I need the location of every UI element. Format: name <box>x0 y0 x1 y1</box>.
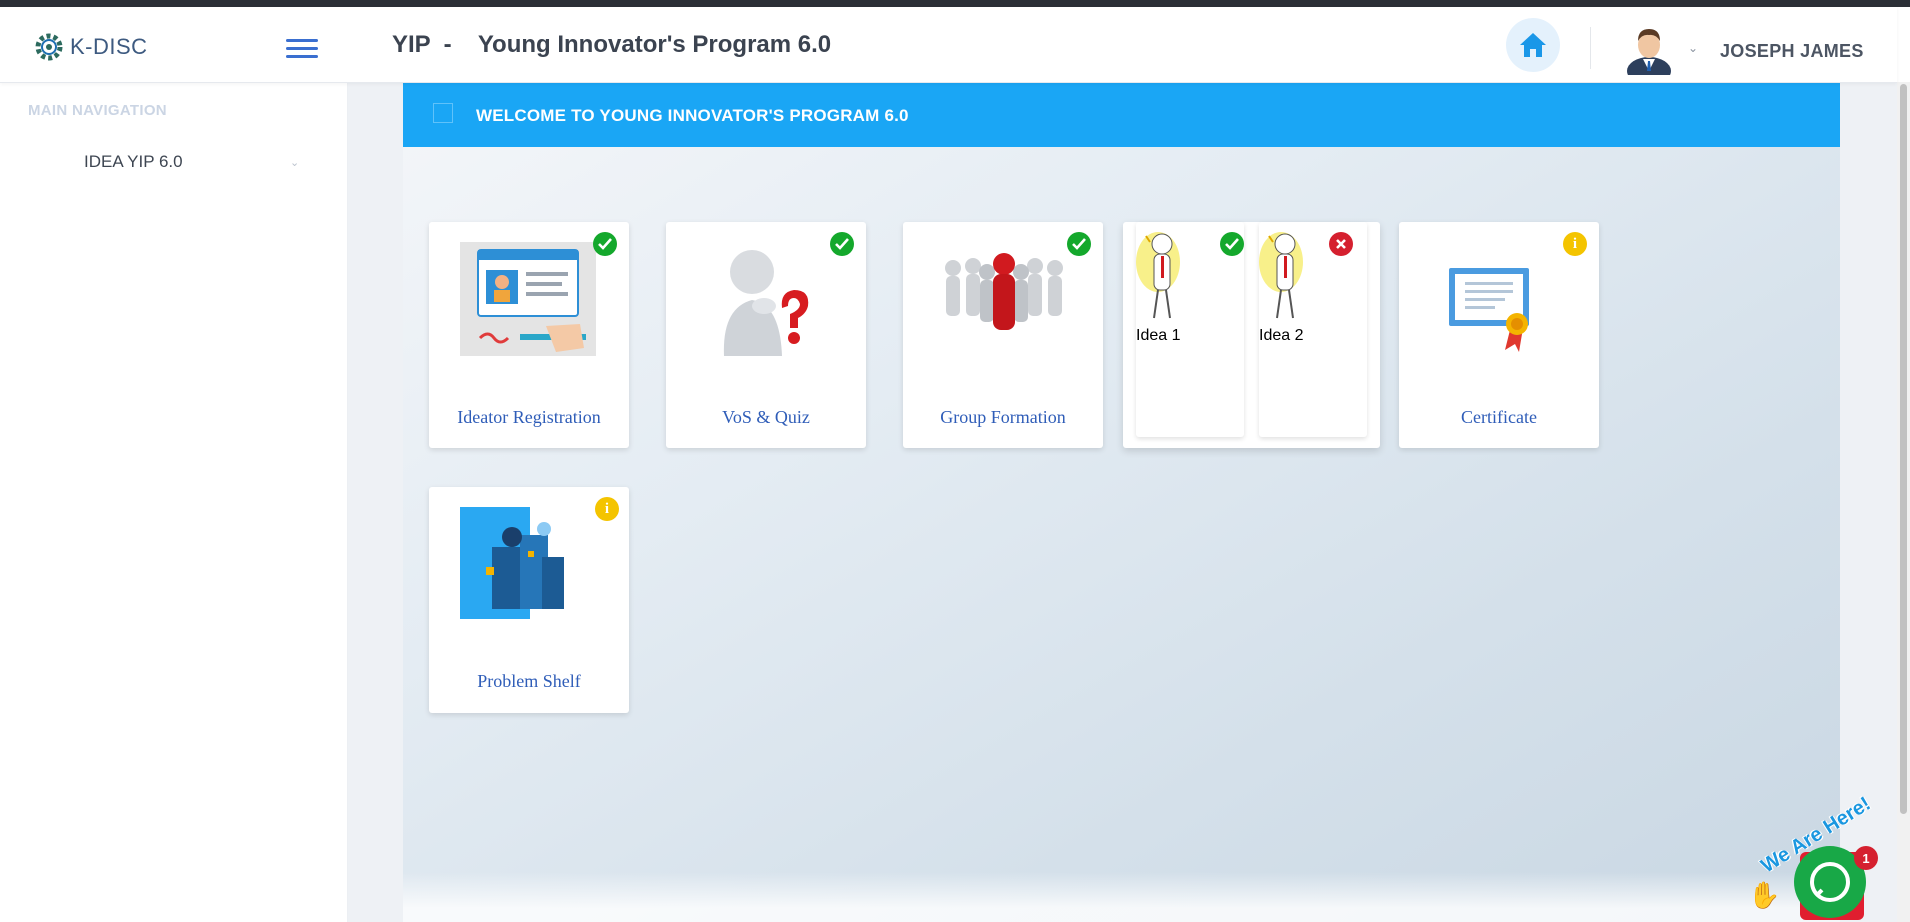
card-label: Idea 1 <box>1136 327 1181 344</box>
user-avatar[interactable] <box>1626 21 1672 85</box>
card-label: Ideator Registration <box>457 407 601 427</box>
hamburger-line <box>286 55 318 58</box>
chat-notification-badge: 1 <box>1854 846 1878 870</box>
kdisc-logo[interactable]: K-DISC <box>32 29 148 65</box>
welcome-banner: WELCOME TO YOUNG INNOVATOR'S PROGRAM 6.0 <box>403 82 1840 147</box>
idea-figure-icon <box>1259 232 1303 319</box>
card-label: Idea 2 <box>1259 327 1304 344</box>
hamburger-line <box>286 47 318 50</box>
card-label: Certificate <box>1461 407 1537 427</box>
card-vos-quiz[interactable]: VoS & Quiz <box>666 222 866 448</box>
page-scrollbar[interactable] <box>1897 82 1910 922</box>
welcome-checkbox[interactable] <box>433 103 453 123</box>
user-menu-chevron-icon[interactable]: ⌄ <box>1688 41 1698 55</box>
card-problem-shelf[interactable]: i Problem Shelf <box>429 487 629 713</box>
panel-glow <box>403 872 1840 922</box>
app-header: K-DISC YIP - Young Innovator's Program 6… <box>0 7 1897 85</box>
browser-top-strip <box>0 0 1910 7</box>
page-title: YIP - Young Innovator's Program 6.0 <box>392 31 832 58</box>
card-label: VoS & Quiz <box>722 407 810 427</box>
home-icon <box>1520 33 1546 57</box>
idea-figure-icon <box>1136 232 1180 319</box>
chat-widget[interactable]: 1 We Are Here! ✋ <box>1748 793 1898 922</box>
username-label[interactable]: JOSEPH JAMES <box>1720 41 1864 62</box>
complete-check-icon <box>1067 232 1091 256</box>
rejected-x-icon <box>1329 232 1353 256</box>
header-divider <box>1590 27 1591 69</box>
idea-card-group: Idea 1 Idea 2 <box>1123 222 1380 448</box>
welcome-text: WELCOME TO YOUNG INNOVATOR'S PROGRAM 6.0 <box>476 106 909 125</box>
scrollbar-thumb[interactable] <box>1900 84 1907 814</box>
card-certificate[interactable]: i Certificate <box>1399 222 1599 448</box>
info-icon: i <box>595 497 619 521</box>
group-figures-icon <box>945 253 1063 330</box>
complete-check-icon <box>593 232 617 256</box>
thinking-figure-icon <box>723 250 809 356</box>
logo-text: K-DISC <box>70 34 148 59</box>
card-label: Group Formation <box>940 407 1066 427</box>
complete-check-icon <box>1220 232 1244 256</box>
problem-shelf-illustration-icon <box>460 507 584 619</box>
card-idea-1[interactable]: Idea 1 <box>1136 222 1244 437</box>
chevron-down-icon[interactable]: ⌄ <box>290 156 299 169</box>
home-button[interactable] <box>1506 18 1560 72</box>
info-icon: i <box>1563 232 1587 256</box>
menu-toggle-button[interactable] <box>286 39 318 61</box>
card-ideator-registration[interactable]: Ideator Registration <box>429 222 629 448</box>
registration-illustration-icon <box>460 242 596 356</box>
certificate-icon <box>1449 268 1529 352</box>
complete-check-icon <box>830 232 854 256</box>
sidebar-item-idea-yip[interactable]: IDEA YIP 6.0 <box>84 152 183 172</box>
chat-bubble-icon <box>1810 862 1850 902</box>
card-label: Problem Shelf <box>477 671 581 691</box>
user-avatar-icon <box>1627 29 1671 85</box>
hamburger-line <box>286 39 318 42</box>
gear-logo-icon <box>35 33 63 61</box>
waving-hand-icon: ✋ <box>1748 880 1781 910</box>
nav-heading: MAIN NAVIGATION <box>28 102 167 119</box>
card-idea-2[interactable]: Idea 2 <box>1259 222 1367 437</box>
card-group-formation[interactable]: Group Formation <box>903 222 1103 448</box>
sidebar: MAIN NAVIGATION IDEA YIP 6.0 ⌄ <box>0 82 348 922</box>
content-panel: WELCOME TO YOUNG INNOVATOR'S PROGRAM 6.0… <box>403 82 1840 922</box>
